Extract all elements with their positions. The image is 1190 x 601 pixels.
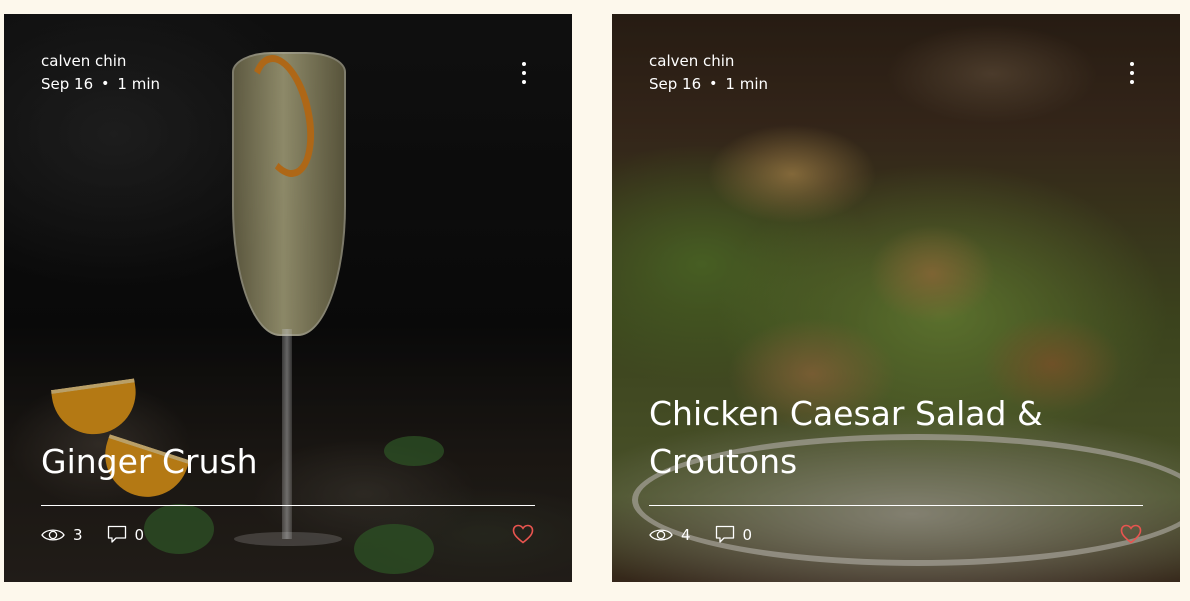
post-stats: 4 0	[649, 525, 776, 544]
views-stat: 4	[649, 526, 691, 544]
comments-stat[interactable]: 0	[715, 525, 753, 544]
meta-separator: •	[709, 76, 718, 92]
meta-separator: •	[101, 76, 110, 92]
author-name[interactable]: calven chin	[41, 50, 160, 73]
comment-icon	[107, 525, 126, 543]
comments-stat[interactable]: 0	[107, 525, 145, 544]
post-stats: 3 0	[41, 525, 168, 544]
post-title[interactable]: Ginger Crush	[41, 438, 532, 486]
comments-count: 0	[742, 525, 753, 544]
more-vertical-icon	[1130, 62, 1134, 66]
divider	[41, 505, 535, 506]
eye-icon	[649, 528, 673, 541]
more-actions-button[interactable]	[520, 62, 528, 84]
comments-count: 0	[134, 525, 145, 544]
divider	[649, 505, 1143, 506]
heart-icon	[1120, 524, 1142, 544]
post-card-ginger-crush[interactable]: calven chin Sep 16 • 1 min Ginger Crush …	[4, 14, 572, 582]
image-overlay	[612, 14, 1180, 582]
more-actions-button[interactable]	[1128, 62, 1136, 84]
heart-icon	[512, 524, 534, 544]
like-button[interactable]	[512, 524, 534, 548]
post-card-chicken-caesar-salad[interactable]: calven chin Sep 16 • 1 min Chicken Caesa…	[612, 14, 1180, 582]
image-overlay	[4, 14, 572, 582]
views-count: 3	[73, 525, 83, 544]
read-time: 1 min	[117, 75, 161, 93]
read-time: 1 min	[725, 75, 769, 93]
views-count: 4	[681, 525, 691, 544]
views-stat: 3	[41, 526, 83, 544]
like-button[interactable]	[1120, 524, 1142, 548]
comment-icon	[715, 525, 734, 543]
post-meta: calven chin Sep 16 • 1 min	[41, 50, 160, 96]
author-name[interactable]: calven chin	[649, 50, 768, 73]
post-date: Sep 16	[649, 75, 702, 93]
eye-icon	[41, 528, 65, 541]
post-meta: calven chin Sep 16 • 1 min	[649, 50, 768, 96]
more-vertical-icon	[522, 62, 526, 66]
post-date: Sep 16	[41, 75, 94, 93]
post-title[interactable]: Chicken Caesar Salad & Croutons	[649, 390, 1140, 486]
